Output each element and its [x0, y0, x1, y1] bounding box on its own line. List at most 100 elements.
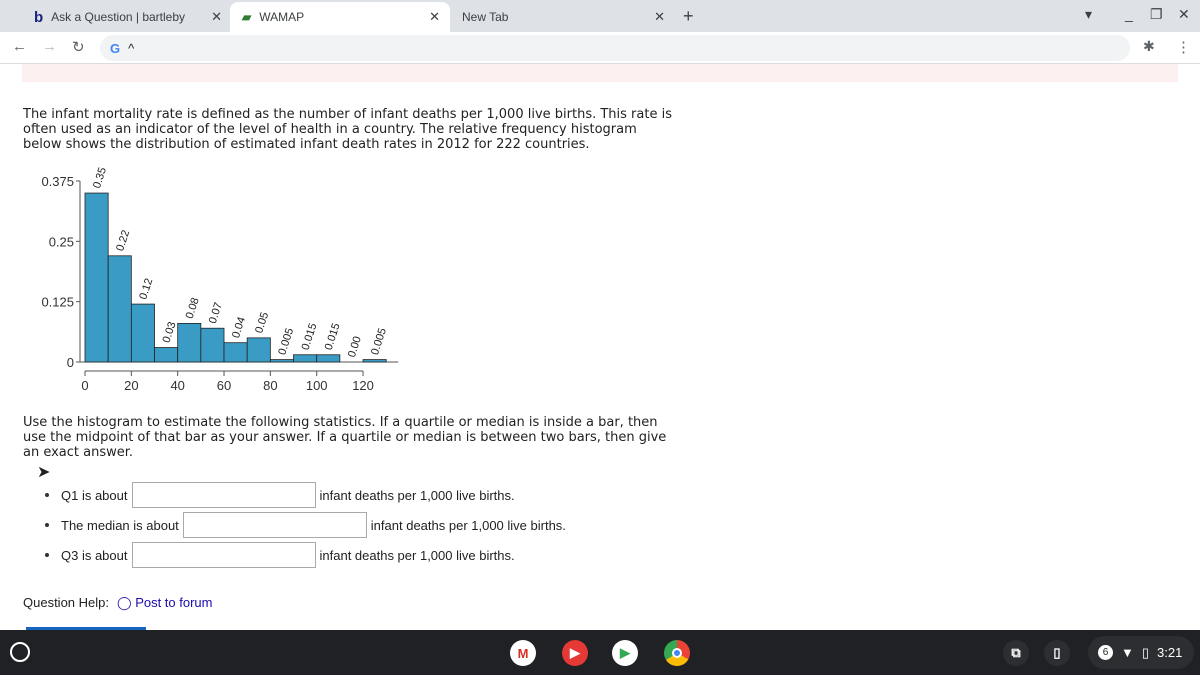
- bar-value-label: 0.015: [323, 322, 343, 352]
- bullet: [45, 523, 49, 527]
- chrome-icon[interactable]: [664, 640, 690, 666]
- forward-button[interactable]: →: [42, 38, 57, 55]
- address-text: ^: [128, 40, 135, 56]
- gmail-icon[interactable]: M: [510, 640, 536, 666]
- x-tick-label: 80: [263, 378, 277, 393]
- tab-label: Ask a Question | bartleby: [51, 10, 186, 24]
- q3-suffix: infant deaths per 1,000 live births.: [319, 547, 515, 563]
- browser-toolbar: ← → ↻ G ^ ✱ ⋮: [0, 32, 1200, 64]
- x-tick-label: 60: [217, 378, 231, 393]
- extensions-icon[interactable]: ✱: [1143, 38, 1155, 55]
- median-label: The median is about: [61, 517, 179, 533]
- histogram: 0 0.125 0.25 0.375 0 20 40 60 80 100 120 0.35 0.22 0.…: [41, 166, 399, 393]
- mouse-cursor-icon: ➤: [37, 464, 51, 481]
- histogram-bar: [200, 327, 225, 363]
- minimize-button[interactable]: _: [1125, 6, 1133, 22]
- histogram-bar: [177, 322, 202, 363]
- help-label: Question Help:: [23, 595, 109, 610]
- histogram-bar: [107, 255, 132, 363]
- address-bar[interactable]: G ^: [100, 35, 1130, 61]
- taskbar: M ▶ ▶ ⧉ ▯ 6 ▼ ▯ 3:21: [0, 630, 1200, 675]
- histogram-bar: [154, 347, 179, 363]
- histogram-bar: [84, 192, 109, 363]
- bullet: [45, 493, 49, 497]
- close-tab-icon[interactable]: ✕: [211, 9, 222, 25]
- instructions-text: Use the histogram to estimate the follow…: [23, 415, 667, 460]
- x-tick-label: 100: [306, 378, 328, 393]
- launcher-button[interactable]: [10, 642, 30, 662]
- question-median: The median is about infant deaths per 1,0…: [45, 512, 566, 538]
- clock: 3:21: [1157, 645, 1183, 660]
- bar-value-label: 0.015: [300, 322, 320, 352]
- close-tab-icon[interactable]: ✕: [654, 9, 665, 25]
- bar-value-label: 0.12: [137, 277, 155, 301]
- y-tick-label: 0: [67, 355, 74, 370]
- wamap-icon: ▰: [242, 10, 252, 24]
- comment-icon: ◯: [117, 595, 132, 610]
- tab-new[interactable]: New Tab ✕: [450, 2, 675, 32]
- y-tick-label: 0.125: [41, 295, 74, 310]
- tab-strip: b Ask a Question | bartleby ✕ ▰ WAMAP ✕ New …: [0, 0, 1200, 32]
- tab-bartleby[interactable]: b Ask a Question | bartleby ✕: [22, 2, 232, 32]
- youtube-icon[interactable]: ▶: [562, 640, 588, 666]
- post-to-forum-link[interactable]: ◯ Post to forum: [117, 595, 213, 610]
- q1-suffix: infant deaths per 1,000 live births.: [319, 487, 515, 503]
- close-window-button[interactable]: ✕: [1178, 6, 1190, 23]
- question-help: Question Help: ◯ Post to forum: [23, 595, 213, 611]
- close-tab-icon[interactable]: ✕: [429, 9, 440, 25]
- downloads-icon[interactable]: ⧉: [1003, 640, 1029, 666]
- question-q1: Q1 is about infant deaths per 1,000 live …: [45, 482, 515, 508]
- bar-value-label: 0.00: [346, 335, 364, 359]
- histogram-bar: [246, 337, 271, 363]
- q1-label: Q1 is about: [61, 487, 128, 503]
- bar-value-label: 0.05: [253, 311, 271, 335]
- x-tick-label: 40: [170, 378, 184, 393]
- histogram-bar: [130, 303, 155, 363]
- bar-value-label: 0.07: [207, 301, 225, 325]
- q3-label: Q3 is about: [61, 547, 128, 563]
- bar-value-label: 0.005: [276, 327, 296, 357]
- question-q3: Q3 is about infant deaths per 1,000 live …: [45, 542, 515, 568]
- tab-label: WAMAP: [259, 10, 305, 24]
- median-suffix: infant deaths per 1,000 live births.: [370, 517, 566, 533]
- histogram-bar: [223, 342, 248, 363]
- tab-search-icon[interactable]: ▾: [1085, 6, 1092, 23]
- bar-value-label: 0.35: [91, 166, 109, 190]
- new-tab-button[interactable]: +: [683, 6, 694, 27]
- bartleby-icon: b: [34, 8, 44, 26]
- bullet: [45, 553, 49, 557]
- back-button[interactable]: ←: [12, 38, 27, 55]
- google-icon: G: [110, 40, 121, 56]
- intro-text: The infant mortality rate is defined as …: [23, 107, 672, 152]
- notification-badge: 6: [1098, 645, 1113, 660]
- wifi-icon: ▼: [1121, 645, 1134, 660]
- x-tick-label: 120: [352, 378, 374, 393]
- battery-icon: ▯: [1141, 644, 1150, 660]
- q1-input[interactable]: [131, 482, 316, 508]
- bar-value-label: 0.22: [114, 229, 132, 253]
- post-to-forum-label: Post to forum: [135, 595, 213, 610]
- bar-value-label: 0.005: [369, 327, 389, 357]
- play-store-icon[interactable]: ▶: [612, 640, 638, 666]
- alert-banner: [22, 64, 1178, 82]
- histogram-bar: [269, 359, 294, 363]
- menu-icon[interactable]: ⋮: [1176, 38, 1191, 56]
- bar-value-label: 0.04: [230, 316, 248, 340]
- x-tick-label: 0: [81, 378, 88, 393]
- tab-wamap[interactable]: ▰ WAMAP ✕: [230, 2, 450, 32]
- median-input[interactable]: [182, 512, 367, 538]
- restore-button[interactable]: ❐: [1150, 6, 1163, 23]
- x-tick-label: 20: [124, 378, 138, 393]
- histogram-bar: [362, 359, 387, 363]
- q3-input[interactable]: [131, 542, 316, 568]
- phone-hub-icon[interactable]: ▯: [1044, 640, 1070, 666]
- bar-value-label: 0.03: [161, 320, 179, 344]
- histogram-bar: [293, 354, 318, 363]
- y-tick-label: 0.25: [49, 234, 74, 249]
- reload-button[interactable]: ↻: [72, 38, 85, 56]
- y-tick-label: 0.375: [41, 174, 74, 189]
- system-tray[interactable]: 6 ▼ ▯ 3:21: [1088, 636, 1194, 669]
- tab-label: New Tab: [462, 10, 509, 24]
- histogram-bar: [316, 354, 341, 363]
- bar-value-label: 0.08: [184, 296, 202, 320]
